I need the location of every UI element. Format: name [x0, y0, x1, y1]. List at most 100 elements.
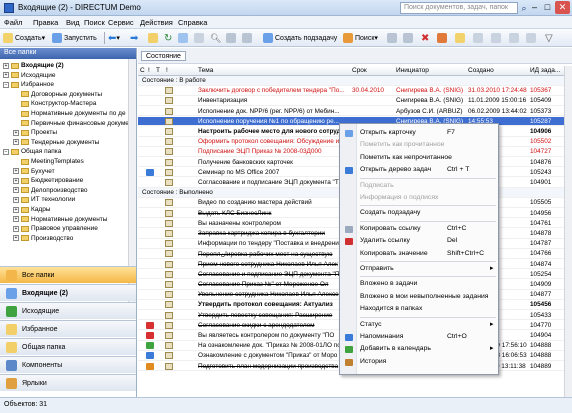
group-row[interactable]: Состояние : В работе — [138, 76, 564, 86]
folder-node[interactable]: MeetingTemplates — [13, 157, 84, 166]
context-menu-item[interactable]: Вложено в мои невыполненные задания — [340, 291, 498, 304]
menu-item-5[interactable]: Действия — [140, 18, 173, 27]
folder-button[interactable] — [148, 32, 160, 44]
folder-node[interactable]: + Исходящие — [3, 71, 55, 80]
col-created[interactable]: Создано — [468, 67, 494, 74]
col-importance[interactable]: ! — [166, 67, 168, 74]
card-button[interactable] — [178, 32, 190, 44]
link-button[interactable] — [242, 32, 254, 44]
expand-icon[interactable]: + — [13, 168, 19, 175]
menu-item-3[interactable]: Поиск — [84, 18, 105, 27]
expand-icon[interactable]: + — [13, 129, 19, 136]
folder-node[interactable]: − Общая папка — [3, 147, 61, 156]
folder-node[interactable]: + Производство — [13, 234, 73, 243]
col-c[interactable]: С — [140, 67, 145, 74]
expand-icon[interactable]: + — [3, 62, 9, 69]
view-1-button[interactable] — [473, 32, 485, 44]
folder-node[interactable]: + Бюджетирование — [13, 176, 83, 185]
menu-item-1[interactable]: Правка — [33, 18, 58, 27]
col-deadline[interactable]: Срок — [352, 67, 367, 74]
menu-item-6[interactable]: Справка — [178, 18, 207, 27]
context-menu-item[interactable]: Напоминания Ctrl+O — [340, 331, 498, 344]
context-menu-item[interactable]: Вложено в задачи — [340, 278, 498, 291]
list-vertical-scrollbar[interactable] — [564, 66, 572, 397]
collapse-icon[interactable]: − — [3, 148, 9, 155]
nav-button-2[interactable]: Исходящие — [0, 302, 136, 319]
context-menu-item[interactable]: Добавить в календарь ▸ — [340, 343, 498, 356]
col-title[interactable]: Тема — [198, 67, 213, 74]
col-id[interactable]: ИД зада... — [530, 67, 560, 74]
folder-node[interactable]: + Входящие (2) — [3, 61, 64, 70]
context-menu-item[interactable]: Создать подзадачу — [340, 207, 498, 220]
menu-item-4[interactable]: Сервис — [108, 18, 134, 27]
folder-node[interactable]: Нормативные документы по де — [13, 109, 126, 118]
context-menu-item[interactable]: Находится в папках — [340, 303, 498, 316]
folder-node[interactable]: + Проекты — [13, 128, 57, 137]
folder-node[interactable]: Первичные финансовые докуме — [13, 119, 128, 128]
view-4-button[interactable] — [526, 32, 538, 44]
expand-icon[interactable]: + — [13, 177, 19, 184]
context-menu-item[interactable]: Копировать значение Shift+Ctrl+C — [340, 248, 498, 261]
folder-node[interactable]: + Правовое управление — [13, 224, 98, 233]
tool-4-button[interactable] — [455, 32, 467, 44]
filter-button[interactable] — [194, 32, 206, 44]
nav-button-1[interactable]: Входящие (2) — [0, 284, 136, 301]
collapse-icon[interactable]: − — [3, 81, 9, 88]
expand-icon[interactable]: + — [13, 216, 19, 223]
context-menu-item[interactable]: Статус ▸ — [340, 319, 498, 332]
context-menu-item[interactable]: Удалить ссылку Del — [340, 235, 498, 248]
nav-button-6[interactable]: Ярлыки — [0, 374, 136, 391]
folder-node[interactable]: + Бухучет — [13, 167, 55, 176]
tool-3-button[interactable] — [437, 32, 449, 44]
expand-icon[interactable]: + — [13, 187, 19, 194]
run-button[interactable]: Запустить — [52, 32, 97, 44]
context-menu-item[interactable]: Открыть карточку F7 — [340, 127, 498, 140]
view-3-button[interactable] — [509, 32, 521, 44]
folder-node[interactable]: Конструктор-Мастера — [13, 99, 96, 108]
create-button[interactable]: Создать ▾ — [3, 32, 45, 44]
refresh-button[interactable]: ↻ — [164, 32, 172, 44]
tool-2-button[interactable] — [403, 32, 415, 44]
col-initiator[interactable]: Инициатор — [396, 67, 429, 74]
context-menu-item[interactable]: Открыть дерево задач Ctrl + T — [340, 164, 498, 177]
task-row[interactable]: Заключить договор с победителем тендера … — [138, 86, 564, 96]
nav-button-5[interactable]: Компоненты — [0, 356, 136, 373]
expand-icon[interactable]: + — [13, 225, 19, 232]
folder-node[interactable]: + Кадры — [13, 205, 50, 214]
create-subtask-button[interactable]: Создать подзадачу — [263, 32, 337, 44]
context-menu-item[interactable]: Копировать ссылку Ctrl+C — [340, 223, 498, 236]
expand-icon[interactable]: + — [13, 235, 19, 242]
maximize-button[interactable]: □ — [541, 1, 554, 14]
folder-node[interactable]: + Тендерные документы — [13, 138, 99, 147]
expand-icon[interactable]: + — [3, 72, 9, 79]
search-input[interactable]: Поиск документов, задач, папок — [400, 2, 518, 14]
view-2-button[interactable] — [491, 32, 503, 44]
group-by-status-button[interactable]: Состояние — [141, 51, 186, 61]
task-row[interactable]: Инвентаризация Снигирева В.А. (SNIG) 11.01… — [138, 96, 564, 106]
folder-node[interactable]: + Нормативные документы — [13, 215, 107, 224]
folder-node[interactable]: + Делопроизводство — [13, 186, 88, 195]
context-menu-item[interactable]: Пометить как непрочитанное — [340, 152, 498, 165]
back-button[interactable]: ⬅ ▾ — [108, 32, 120, 44]
expand-icon[interactable]: + — [13, 206, 19, 213]
menu-item-0[interactable]: Файл — [4, 18, 22, 27]
folder-node[interactable]: Договорные документы — [13, 90, 102, 99]
send-button[interactable] — [226, 32, 238, 44]
expand-icon[interactable]: + — [13, 196, 19, 203]
context-menu-item[interactable]: История — [340, 356, 498, 369]
task-row[interactable]: Исполнение док. NPP/6 (рег. NPP/6) от Ме… — [138, 107, 564, 117]
search-button[interactable]: Поиск ▾ — [343, 32, 378, 44]
expand-icon[interactable]: + — [13, 139, 19, 146]
filter-funnel-button[interactable]: ▽ — [545, 32, 553, 44]
col-t[interactable]: T — [156, 67, 160, 74]
context-menu-item[interactable]: Отправить ▸ — [340, 263, 498, 276]
nav-button-0[interactable]: Все папки — [0, 266, 136, 283]
folder-node[interactable]: − Избранное — [3, 80, 54, 89]
col-attention[interactable]: ! — [148, 67, 150, 74]
zoom-button[interactable]: 🔍︎ — [210, 32, 221, 44]
folder-node[interactable]: + ИТ технологии — [13, 195, 75, 204]
tool-1-button[interactable] — [387, 32, 399, 44]
nav-button-3[interactable]: Избранное — [0, 320, 136, 337]
minimize-button[interactable]: – — [528, 1, 541, 14]
menu-item-2[interactable]: Вид — [66, 18, 80, 27]
